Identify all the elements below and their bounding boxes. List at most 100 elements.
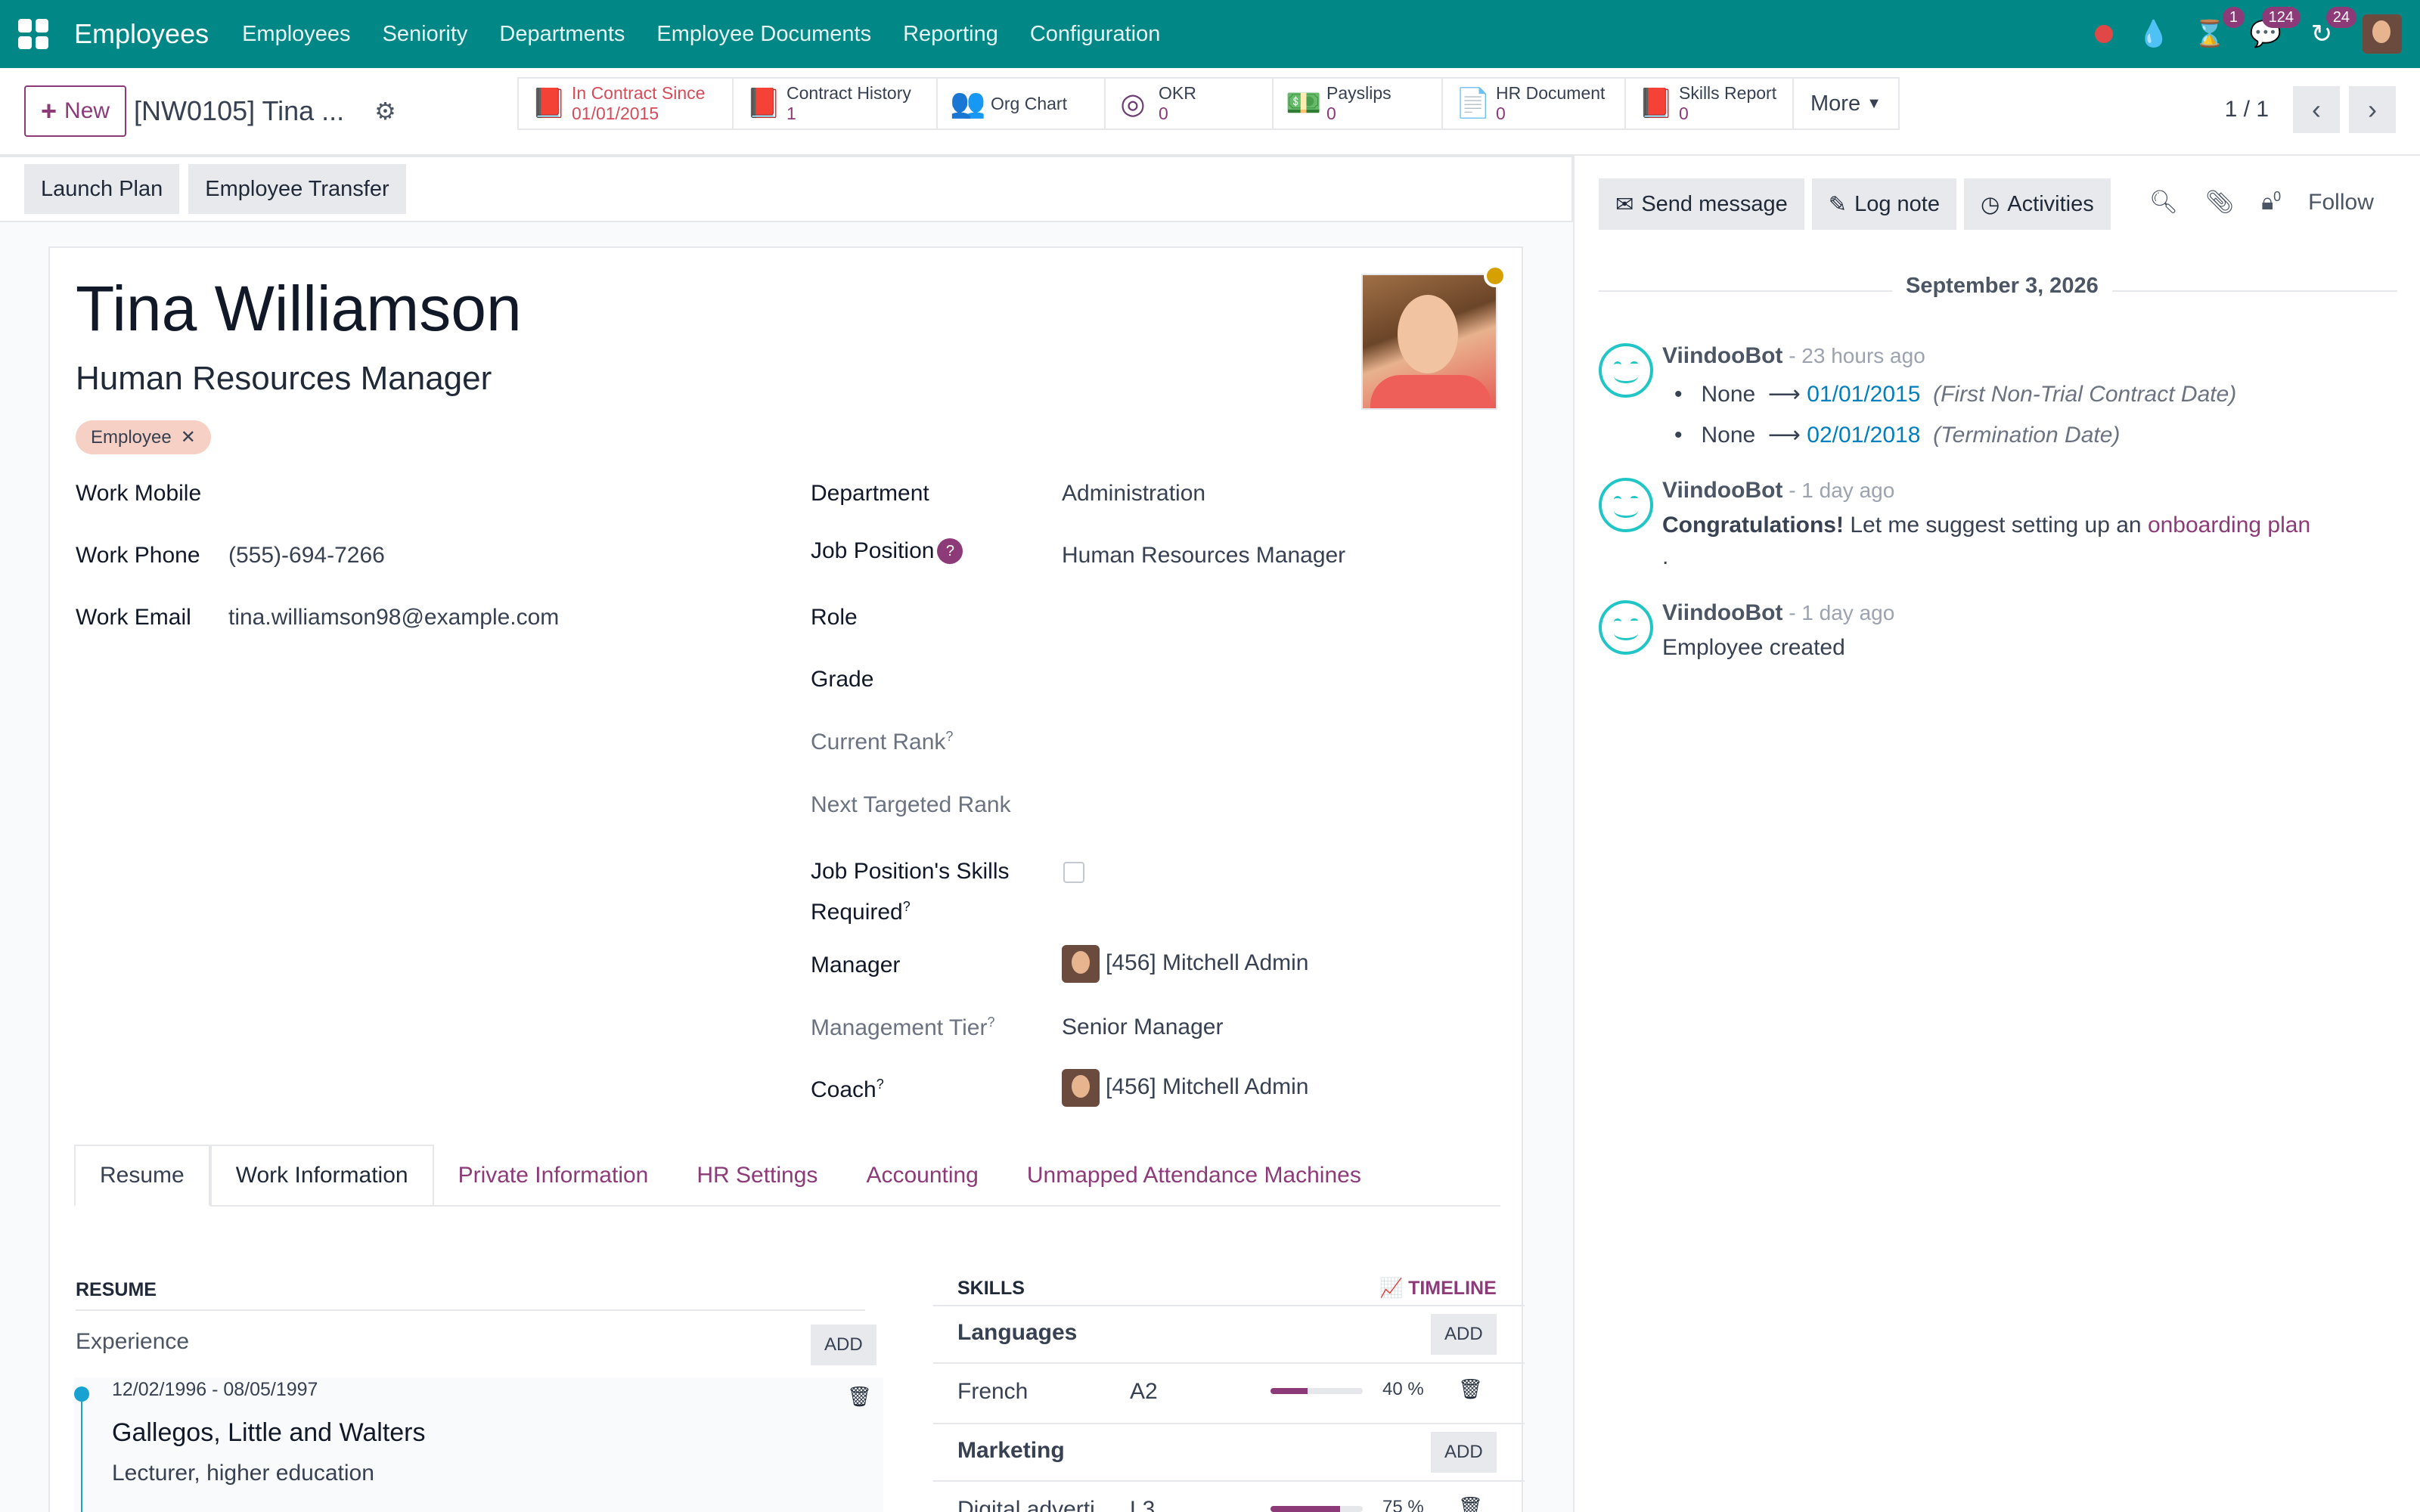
work-email-label: Work Email (76, 605, 191, 630)
activities-button[interactable]: ◷ Activities (1963, 178, 2111, 230)
onboarding-plan-link[interactable]: onboarding plan (2148, 513, 2310, 538)
tab-resume[interactable]: Resume (74, 1145, 210, 1207)
department-field[interactable]: Administration (1062, 481, 1205, 507)
add-experience-button[interactable]: ADD (811, 1325, 876, 1365)
hourglass-icon[interactable]: ⌛ 1 (2194, 7, 2245, 49)
employee-photo[interactable] (1361, 274, 1497, 410)
remove-tag-icon[interactable]: ✕ (181, 426, 196, 448)
apps-menu-icon[interactable] (18, 19, 48, 49)
smart-buttons: 📕 In Contract Since 01/01/2015 📕 Contract… (517, 77, 1900, 130)
author-name[interactable]: ViindooBot (1662, 600, 1782, 625)
smart-button-label: Contract History (786, 83, 911, 103)
work-phone-field[interactable]: (555)-694-7266 (228, 543, 385, 569)
chat-icon[interactable]: 💬 124 (2250, 7, 2301, 49)
smart-button-contract-history[interactable]: 📕 Contract History 1 (734, 79, 938, 129)
employee-name[interactable]: Tina Williamson (76, 272, 522, 345)
skills-required-checkbox[interactable] (1063, 862, 1084, 883)
skill-level[interactable]: L3 (1130, 1497, 1155, 1512)
next-targeted-rank-label: Next Targeted Rank (811, 792, 1011, 817)
launch-plan-button[interactable]: Launch Plan (24, 164, 180, 214)
skill-level[interactable]: A2 (1130, 1379, 1158, 1405)
author-name[interactable]: ViindooBot (1662, 343, 1782, 368)
breadcrumb-record-title: [NW0105] Tina ... (134, 95, 345, 126)
job-position-field[interactable]: Human Resources Manager (1062, 543, 1345, 569)
pager-next-button[interactable]: › (2349, 86, 2396, 133)
date-separator-label: September 3, 2026 (1892, 274, 2112, 299)
tab-unmapped-attendance-machines[interactable]: Unmapped Attendance Machines (1003, 1145, 1385, 1207)
message-author: ViindooBot - 23 hours ago (1662, 343, 1925, 369)
bot-avatar (1599, 343, 1653, 398)
pager-value[interactable]: 1 / 1 (2225, 97, 2269, 122)
more-dropdown[interactable]: More ▼ (1794, 79, 1898, 129)
paperclip-icon[interactable]: 📎︎ (2205, 189, 2234, 215)
smart-button-contract[interactable]: 📕 In Contract Since 01/01/2015 (519, 79, 734, 129)
skill-divider (933, 1480, 1525, 1482)
smart-button-org-chart[interactable]: 👥 Org Chart (938, 79, 1106, 129)
menu-departments[interactable]: Departments (499, 22, 625, 47)
coach-label-text: Coach (811, 1077, 876, 1102)
employee-transfer-button[interactable]: Employee Transfer (188, 164, 406, 214)
skill-progress-fill (1270, 1506, 1340, 1512)
menu-seniority[interactable]: Seniority (383, 22, 468, 47)
clock-icon: ◷ (1980, 192, 2000, 217)
smart-button-value: 0 (1159, 104, 1168, 123)
coach-field[interactable]: [456] Mitchell Admin (1062, 1069, 1308, 1107)
smart-button-skills-report[interactable]: 📕 Skills Report 0 (1626, 79, 1794, 129)
pager-previous-button[interactable]: ‹ (2293, 86, 2340, 133)
new-button[interactable]: + New (24, 85, 127, 137)
target-icon: ◎ (1120, 88, 1146, 120)
updates-badge: 24 (2325, 7, 2356, 28)
smart-button-payslips[interactable]: 💵 Payslips 0 (1274, 79, 1443, 129)
menu-reporting[interactable]: Reporting (903, 22, 998, 47)
help-icon[interactable]: ? (937, 538, 963, 564)
management-tier-field[interactable]: Senior Manager (1062, 1015, 1223, 1040)
book-icon: 📕 (531, 88, 567, 119)
add-marketing-skill-button[interactable]: ADD (1431, 1432, 1497, 1473)
tab-accounting[interactable]: Accounting (842, 1145, 1002, 1207)
manager-name: [456] Mitchell Admin (1106, 950, 1309, 975)
arrow-right-icon: ⟶ (1767, 382, 1801, 407)
add-language-skill-button[interactable]: ADD (1431, 1314, 1497, 1355)
menu-employees[interactable]: Employees (242, 22, 350, 47)
search-icon[interactable]: 🔍︎ (2149, 189, 2178, 215)
menu-employee-documents[interactable]: Employee Documents (656, 22, 871, 47)
followers-button[interactable]: 🔒︎0 (2261, 189, 2281, 215)
manager-field[interactable]: [456] Mitchell Admin (1062, 945, 1308, 983)
work-email-field[interactable]: tina.williamson98@example.com (228, 605, 559, 631)
skill-divider (933, 1362, 1525, 1364)
skill-name[interactable]: French (957, 1379, 1028, 1405)
tab-work-information[interactable]: Work Information (209, 1145, 434, 1207)
tab-hr-settings[interactable]: HR Settings (672, 1145, 842, 1207)
smart-button-label: OKR (1159, 83, 1196, 103)
log-note-button[interactable]: ✎ Log note (1811, 178, 1956, 230)
trash-icon[interactable]: 🗑 (847, 1385, 872, 1408)
refresh-icon[interactable]: ↻ 24 (2307, 7, 2356, 49)
caret-down-icon: ▼ (1866, 94, 1882, 112)
author-name[interactable]: ViindooBot (1662, 478, 1782, 503)
timeline-link[interactable]: 📈 TIMELINE (1379, 1278, 1497, 1300)
skill-name[interactable]: Digital adverti... (957, 1497, 1114, 1512)
smart-button-okr[interactable]: ◎ OKR 0 (1106, 79, 1274, 129)
user-avatar[interactable] (2363, 14, 2402, 54)
bot-avatar (1599, 478, 1653, 532)
trash-icon[interactable]: 🗑 (1458, 1495, 1483, 1512)
manager-avatar (1062, 945, 1100, 983)
followers-count: 0 (2273, 189, 2282, 204)
record-indicator-icon[interactable] (2095, 25, 2113, 43)
management-tier-label: Management Tier? (811, 1015, 995, 1040)
drop-icon[interactable]: 💧 (2138, 19, 2170, 49)
employee-job-title[interactable]: Human Resources Manager (76, 360, 492, 398)
tracking-change: • None ⟶ 02/01/2018 (Termination Date) (1674, 423, 2121, 448)
tab-private-information[interactable]: Private Information (434, 1145, 673, 1207)
skill-group-marketing: Marketing (957, 1438, 1065, 1463)
app-name[interactable]: Employees (74, 18, 209, 50)
pager: 1 / 1 ‹ › (2225, 86, 2396, 133)
send-message-button[interactable]: ✉ Send message (1599, 178, 1804, 230)
message-time: - 1 day ago (1782, 479, 1895, 502)
smart-button-hr-document[interactable]: 📄 HR Document 0 (1443, 79, 1626, 129)
new-value: 02/01/2018 (1807, 423, 1921, 448)
gear-icon[interactable]: ⚙ (374, 97, 396, 125)
trash-icon[interactable]: 🗑 (1458, 1377, 1483, 1401)
follow-button[interactable]: Follow (2308, 190, 2374, 215)
menu-configuration[interactable]: Configuration (1030, 22, 1161, 47)
